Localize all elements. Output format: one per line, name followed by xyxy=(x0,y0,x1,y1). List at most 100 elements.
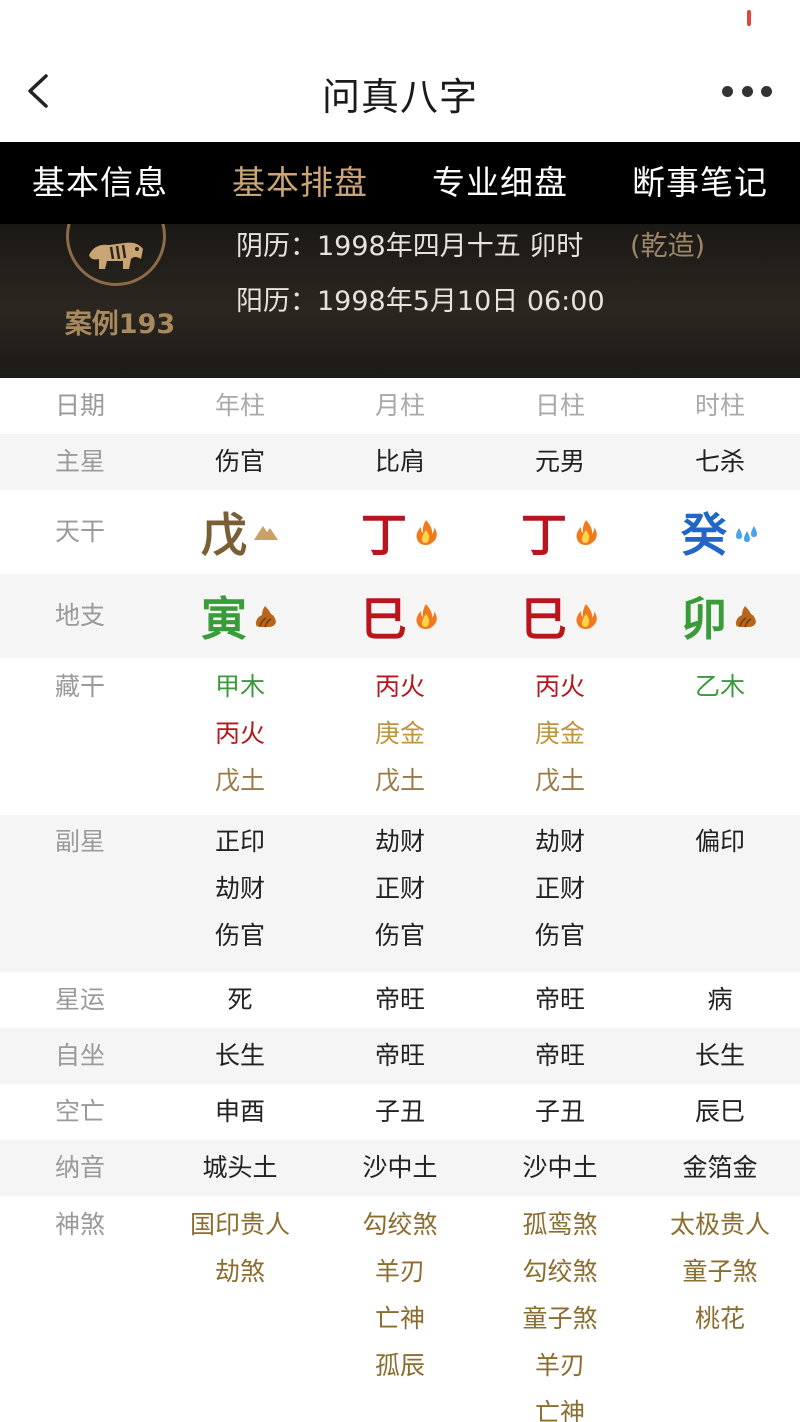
row-label: 地支 xyxy=(54,601,105,630)
page-title: 问真八字 xyxy=(321,75,478,119)
dizhi-cell[interactable]: 卯 xyxy=(640,574,800,658)
shensha-item[interactable]: 勾绞煞 xyxy=(480,1255,640,1302)
solar-date: 阳历：1998年5月10日 06:00 xyxy=(236,279,605,318)
wood-icon xyxy=(735,606,756,628)
tiangan-cell[interactable]: 丁 xyxy=(320,490,480,574)
branch-char: 巳 xyxy=(361,592,407,646)
row-label: 天干 xyxy=(54,517,105,546)
tiger-icon xyxy=(89,242,143,269)
shensha-item[interactable]: 太极贵人 xyxy=(640,1208,800,1255)
case-label: 案例193 xyxy=(64,309,176,340)
sub-star: 偏印 xyxy=(694,827,745,856)
column-header: 日柱 xyxy=(534,391,585,420)
column-header: 年柱 xyxy=(214,391,265,420)
sub-star: 伤官 xyxy=(214,921,265,950)
sub-star: 劫财 xyxy=(534,827,585,856)
sub-stars-cell: 偏印 xyxy=(640,825,800,972)
shensha-item[interactable]: 童子煞 xyxy=(480,1302,640,1349)
hidden-stems-cell: 甲木 丙火 戊土 xyxy=(160,670,320,815)
hidden-stems-cell: 丙火 庚金 戊土 xyxy=(480,670,640,815)
shensha-cell: 太极贵人 童子煞 桃花 xyxy=(640,1208,800,1422)
hidden-stems-cell: 丙火 庚金 戊土 xyxy=(320,670,480,815)
star-luck-cell: 病 xyxy=(707,985,733,1014)
more-button[interactable] xyxy=(722,76,772,106)
hidden-stem: 庚金 xyxy=(374,719,425,748)
hidden-stem: 丙火 xyxy=(374,672,425,701)
fire-icon xyxy=(576,520,597,545)
sub-star: 正印 xyxy=(214,827,265,856)
void-cell: 辰巳 xyxy=(694,1097,745,1126)
shensha-item[interactable]: 羊刃 xyxy=(480,1349,640,1396)
sub-star: 劫财 xyxy=(214,874,265,903)
main-star-cell: 伤官 xyxy=(214,447,265,476)
main-star-cell: 元男 xyxy=(534,447,585,476)
hidden-stem: 戊土 xyxy=(374,766,425,795)
shensha-item[interactable]: 亡神 xyxy=(480,1396,640,1422)
row-label: 自坐 xyxy=(54,1041,105,1070)
tiger-logo xyxy=(66,224,166,286)
tab-notes[interactable]: 断事笔记 xyxy=(600,142,800,224)
self-seat-row: 自坐 长生 帝旺 帝旺 长生 xyxy=(0,1028,800,1084)
sub-stars-cell: 正印 劫财 伤官 xyxy=(160,825,320,972)
hidden-stems-cell: 乙木 xyxy=(640,670,800,815)
shensha-item[interactable]: 孤鸾煞 xyxy=(480,1208,640,1255)
shensha-item[interactable]: 羊刃 xyxy=(320,1255,480,1302)
gender-label: (乾造) xyxy=(630,231,706,262)
shensha-item[interactable]: 童子煞 xyxy=(640,1255,800,1302)
nayin-row: 纳音 城头土 沙中土 沙中土 金箔金 xyxy=(0,1140,800,1196)
star-luck-cell: 帝旺 xyxy=(534,985,585,1014)
tab-pro-chart[interactable]: 专业细盘 xyxy=(400,142,600,224)
sub-stars-cell: 劫财 正财 伤官 xyxy=(480,825,640,972)
shensha-item[interactable]: 亡神 xyxy=(320,1302,480,1349)
hidden-stem: 庚金 xyxy=(534,719,585,748)
main-star-cell: 七杀 xyxy=(694,447,745,476)
shensha-item[interactable]: 勾绞煞 xyxy=(320,1208,480,1255)
fire-icon xyxy=(416,520,437,545)
hidden-stem: 乙木 xyxy=(694,672,745,701)
self-seat-cell: 长生 xyxy=(694,1041,745,1070)
fire-icon xyxy=(576,604,597,629)
column-header: 月柱 xyxy=(374,391,425,420)
stem-char: 丁 xyxy=(521,508,567,562)
column-header: 时柱 xyxy=(694,391,745,420)
dizhi-cell[interactable]: 巳 xyxy=(480,574,640,658)
nayin-cell: 金箔金 xyxy=(682,1153,758,1182)
hidden-stem: 丙火 xyxy=(214,719,265,748)
void-cell: 子丑 xyxy=(534,1097,585,1126)
dizhi-cell[interactable]: 巳 xyxy=(320,574,480,658)
row-label: 星运 xyxy=(54,985,105,1014)
solar-value: 1998年5月10日 06:00 xyxy=(317,286,605,317)
void-cell: 子丑 xyxy=(374,1097,425,1126)
self-seat-cell: 长生 xyxy=(214,1041,265,1070)
nayin-cell: 沙中土 xyxy=(522,1153,598,1182)
star-luck-cell: 帝旺 xyxy=(374,985,425,1014)
hidden-stem: 戊土 xyxy=(214,766,265,795)
row-label: 藏干 xyxy=(54,672,105,701)
shensha-item[interactable]: 国印贵人 xyxy=(160,1208,320,1255)
shensha-item[interactable]: 孤辰 xyxy=(320,1349,480,1396)
more-dot-icon xyxy=(741,85,753,97)
shensha-cell: 孤鸾煞 勾绞煞 童子煞 羊刃 亡神 xyxy=(480,1208,640,1422)
hidden-stem: 丙火 xyxy=(534,672,585,701)
sub-star: 劫财 xyxy=(374,827,425,856)
tiangan-cell[interactable]: 丁 xyxy=(480,490,640,574)
sub-stars-cell: 劫财 正财 伤官 xyxy=(320,825,480,972)
shensha-item[interactable]: 劫煞 xyxy=(160,1255,320,1302)
fire-icon xyxy=(416,604,437,629)
tiangan-cell[interactable]: 戊 xyxy=(160,490,320,574)
main-star-cell: 比肩 xyxy=(374,447,425,476)
hidden-stems-row: 藏干 甲木 丙火 戊土 丙火 庚金 戊土 丙火 庚金 戊土 乙木 xyxy=(0,658,800,815)
stem-char: 癸 xyxy=(681,508,727,562)
row-label: 纳音 xyxy=(54,1153,105,1182)
branch-char: 卯 xyxy=(681,592,727,646)
tab-basic-info[interactable]: 基本信息 xyxy=(0,142,200,224)
tiangan-cell[interactable]: 癸 xyxy=(640,490,800,574)
star-luck-row: 星运 死 帝旺 帝旺 病 xyxy=(0,972,800,1028)
dizhi-cell[interactable]: 寅 xyxy=(160,574,320,658)
shensha-item[interactable]: 桃花 xyxy=(640,1302,800,1349)
dizhi-row: 地支 寅 巳 巳 卯 xyxy=(0,574,800,658)
sub-star: 正财 xyxy=(534,874,585,903)
stem-char: 丁 xyxy=(361,508,407,562)
tab-basic-chart[interactable]: 基本排盘 xyxy=(200,142,400,224)
hidden-stem: 甲木 xyxy=(214,672,265,701)
